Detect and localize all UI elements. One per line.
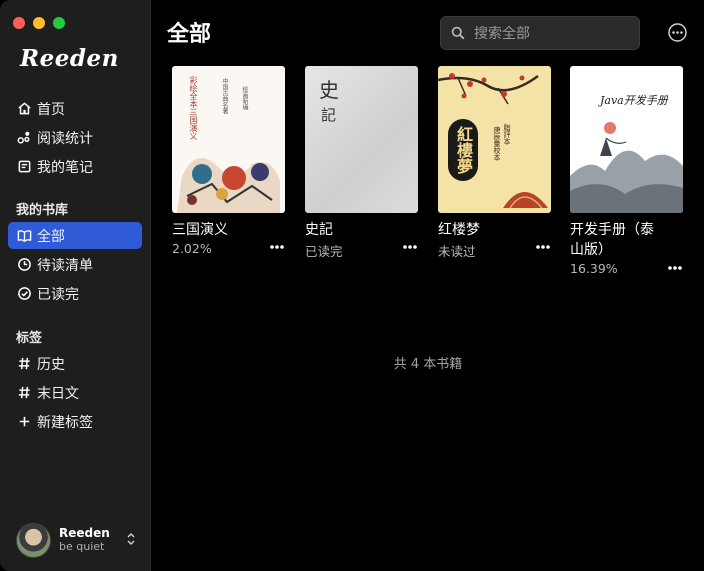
clock-icon xyxy=(16,257,32,273)
zoom-window-button[interactable] xyxy=(53,17,65,29)
cover-text: 中国古典名著 xyxy=(221,78,228,114)
tags-nav: 历史 末日文 新建标签 xyxy=(8,350,142,437)
book-more-icon[interactable] xyxy=(269,244,285,250)
minimize-window-button[interactable] xyxy=(33,17,45,29)
main-content: 全部 搜索全部 彩绘全本三国演义 中国古典名著 绘画新编 三国演义 2.02% … xyxy=(152,0,704,571)
cover-text: 史 xyxy=(319,78,339,102)
close-window-button[interactable] xyxy=(13,17,25,29)
book-title: 史記 xyxy=(305,222,333,238)
book-more-icon[interactable] xyxy=(535,244,551,250)
book-icon xyxy=(16,228,32,244)
chevron-up-down-icon xyxy=(127,532,135,546)
sidebar-item-label: 待读清单 xyxy=(37,257,93,274)
home-icon xyxy=(16,101,32,117)
hashtag-icon xyxy=(16,356,32,372)
main-nav: 首页 阅读统计 我的笔记 xyxy=(8,95,142,182)
sidebar-item-label: 历史 xyxy=(37,356,65,373)
library-nav: 全部 待读清单 已读完 xyxy=(8,222,142,309)
sidebar-item-home[interactable]: 首页 xyxy=(8,95,142,122)
cover-fan-illustration xyxy=(503,192,548,209)
sidebar-item-label: 已读完 xyxy=(37,286,79,303)
sidebar-item-label: 首页 xyxy=(37,101,65,118)
book-title: 开发手册（泰山版） xyxy=(570,222,654,258)
user-status: be quiet xyxy=(59,540,105,553)
check-circle-icon xyxy=(16,286,32,302)
book-item[interactable]: Java开发手册 开发手册（泰山版） 16.39% xyxy=(570,66,683,276)
new-tag-button[interactable]: 新建标签 xyxy=(8,408,142,435)
book-grid: 彩绘全本三国演义 中国古典名著 绘画新编 三国演义 2.02% 史 記 史記 已… xyxy=(172,66,687,286)
app-logo: Reeden xyxy=(20,45,119,72)
stats-icon xyxy=(16,130,32,146)
book-title: 三国演义 xyxy=(172,222,228,238)
cover-text: 脂評本 xyxy=(503,124,511,145)
avatar xyxy=(16,522,51,558)
cover-text: 記 xyxy=(321,106,337,124)
page-title: 全部 xyxy=(167,22,212,47)
book-title: 红楼梦 xyxy=(438,222,480,238)
cover-mountain-illustration xyxy=(570,122,683,213)
search-icon xyxy=(451,26,465,40)
tags-section-title: 标签 xyxy=(16,331,43,346)
user-name: Reeden xyxy=(59,526,110,540)
book-cover[interactable]: 彩绘全本三国演义 中国古典名著 绘画新编 xyxy=(172,66,285,213)
library-section-title: 我的书库 xyxy=(16,203,69,218)
book-item[interactable]: 紅樓夢 脂評本 庚辰彙校本 红楼梦 未读过 xyxy=(438,66,551,260)
sidebar-item-tag-doomsday[interactable]: 末日文 xyxy=(8,379,142,406)
sidebar-item-all[interactable]: 全部 xyxy=(8,222,142,249)
book-count: 共 4 本书籍 xyxy=(393,357,463,372)
sidebar-item-to-read[interactable]: 待读清单 xyxy=(8,251,142,278)
sidebar-item-label: 我的笔记 xyxy=(37,159,93,176)
app-window: Reeden 首页 阅读统计 我的笔记 我的书库 全部 待读清单 已读完 标签 … xyxy=(0,0,704,571)
book-item[interactable]: 史 記 史記 已读完 xyxy=(305,66,418,260)
sidebar-item-stats[interactable]: 阅读统计 xyxy=(8,124,142,151)
book-more-icon[interactable] xyxy=(402,244,418,250)
sidebar-item-label: 新建标签 xyxy=(37,414,93,431)
plus-icon xyxy=(16,414,32,430)
cover-branch-illustration xyxy=(438,73,539,105)
book-cover[interactable]: Java开发手册 xyxy=(570,66,683,213)
more-options-icon[interactable] xyxy=(667,22,688,43)
book-cover[interactable]: 紅樓夢 脂評本 庚辰彙校本 xyxy=(438,66,551,213)
sidebar-item-tag-history[interactable]: 历史 xyxy=(8,350,142,377)
sidebar-item-finished[interactable]: 已读完 xyxy=(8,280,142,307)
sidebar-item-label: 阅读统计 xyxy=(37,130,93,147)
cover-text: 紅樓夢 xyxy=(448,119,478,181)
book-more-icon[interactable] xyxy=(667,265,683,271)
sidebar-item-notes[interactable]: 我的笔记 xyxy=(8,153,142,180)
notes-icon xyxy=(16,159,32,175)
book-item[interactable]: 彩绘全本三国演义 中国古典名著 绘画新编 三国演义 2.02% xyxy=(172,66,285,256)
sidebar-item-label: 全部 xyxy=(37,228,65,245)
hashtag-icon xyxy=(16,385,32,401)
search-input[interactable]: 搜索全部 xyxy=(440,16,640,50)
cover-text: 庚辰彙校本 xyxy=(493,126,501,161)
cover-text: Java开发手册 xyxy=(600,94,668,107)
sidebar-item-label: 末日文 xyxy=(37,385,79,402)
cover-illustration xyxy=(177,158,280,213)
window-controls xyxy=(13,17,65,29)
sidebar: Reeden 首页 阅读统计 我的笔记 我的书库 全部 待读清单 已读完 标签 … xyxy=(0,0,151,571)
book-cover[interactable]: 史 記 xyxy=(305,66,418,213)
user-profile-button[interactable]: Reeden be quiet xyxy=(16,522,140,558)
search-placeholder: 搜索全部 xyxy=(474,26,530,42)
